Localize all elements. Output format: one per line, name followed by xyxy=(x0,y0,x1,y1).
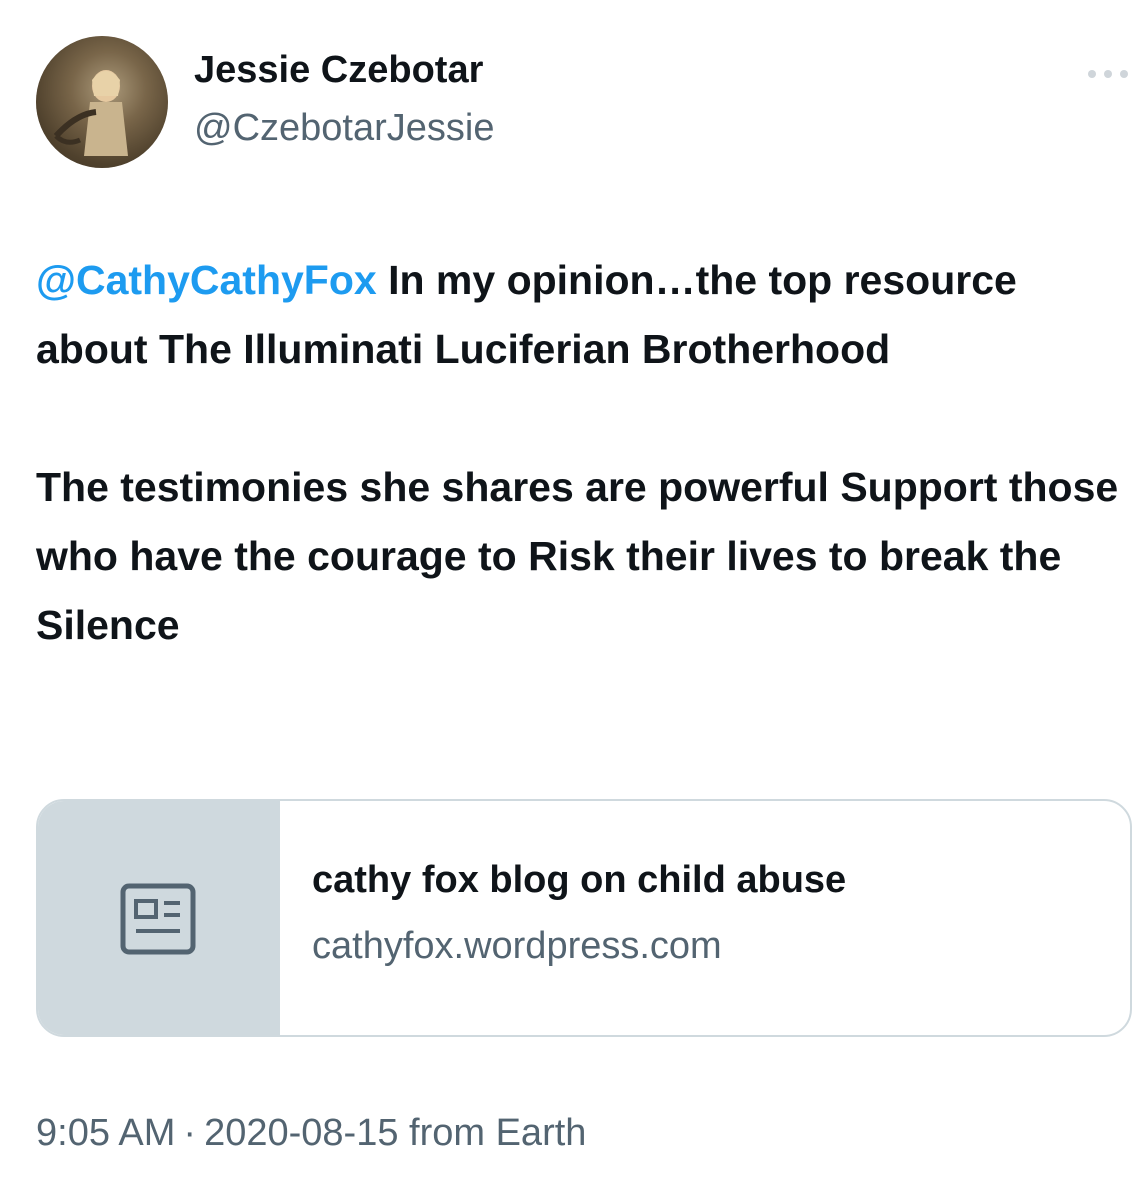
link-card[interactable]: cathy fox blog on child abuse cathyfox.w… xyxy=(36,799,1132,1037)
avatar[interactable] xyxy=(36,36,168,168)
tweet-text: @CathyCathyFox In my opinion…the top res… xyxy=(36,246,1126,660)
article-icon xyxy=(120,883,196,955)
tweet-timestamp: 9:05 AM · 2020-08-15 from Earth xyxy=(36,1112,586,1155)
tweet-date[interactable]: 2020-08-15 xyxy=(204,1112,398,1154)
mention-link[interactable]: @CathyCathyFox xyxy=(36,257,377,303)
tweet-paragraph-2: The testimonies she shares are powerful … xyxy=(36,464,1119,648)
tweet-source: from Earth xyxy=(409,1112,587,1154)
card-title: cathy fox blog on child abuse xyxy=(312,859,847,901)
more-horizontal-icon[interactable] xyxy=(1086,64,1130,84)
tweet-paragraph-1: @CathyCathyFox In my opinion…the top res… xyxy=(36,246,1126,384)
meta-separator: · xyxy=(183,1112,197,1154)
author-handle[interactable]: @CzebotarJessie xyxy=(194,107,494,150)
tweet-time[interactable]: 9:05 AM xyxy=(36,1112,175,1154)
card-domain: cathyfox.wordpress.com xyxy=(312,925,722,967)
card-thumbnail xyxy=(38,801,280,1035)
author-display-name[interactable]: Jessie Czebotar xyxy=(194,49,483,92)
